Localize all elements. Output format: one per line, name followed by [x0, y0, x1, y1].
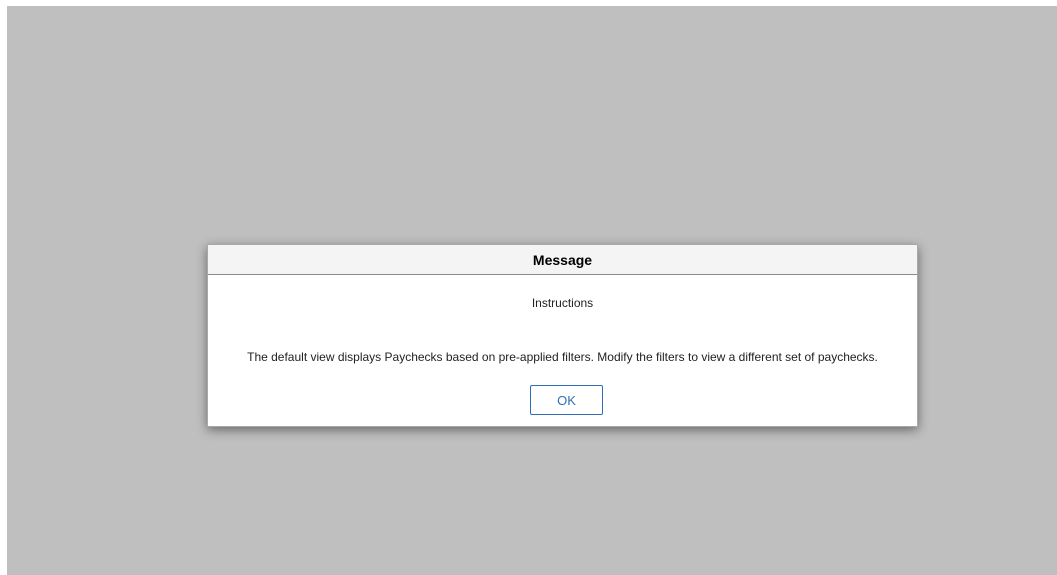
message-dialog: Message Instructions The default view di…	[207, 244, 918, 427]
dialog-subtitle: Instructions	[531, 296, 594, 310]
ok-button[interactable]: OK	[530, 385, 603, 415]
dialog-message: The default view displays Paychecks base…	[247, 350, 878, 364]
dialog-header: Message	[208, 245, 917, 275]
dialog-title: Message	[532, 251, 593, 268]
